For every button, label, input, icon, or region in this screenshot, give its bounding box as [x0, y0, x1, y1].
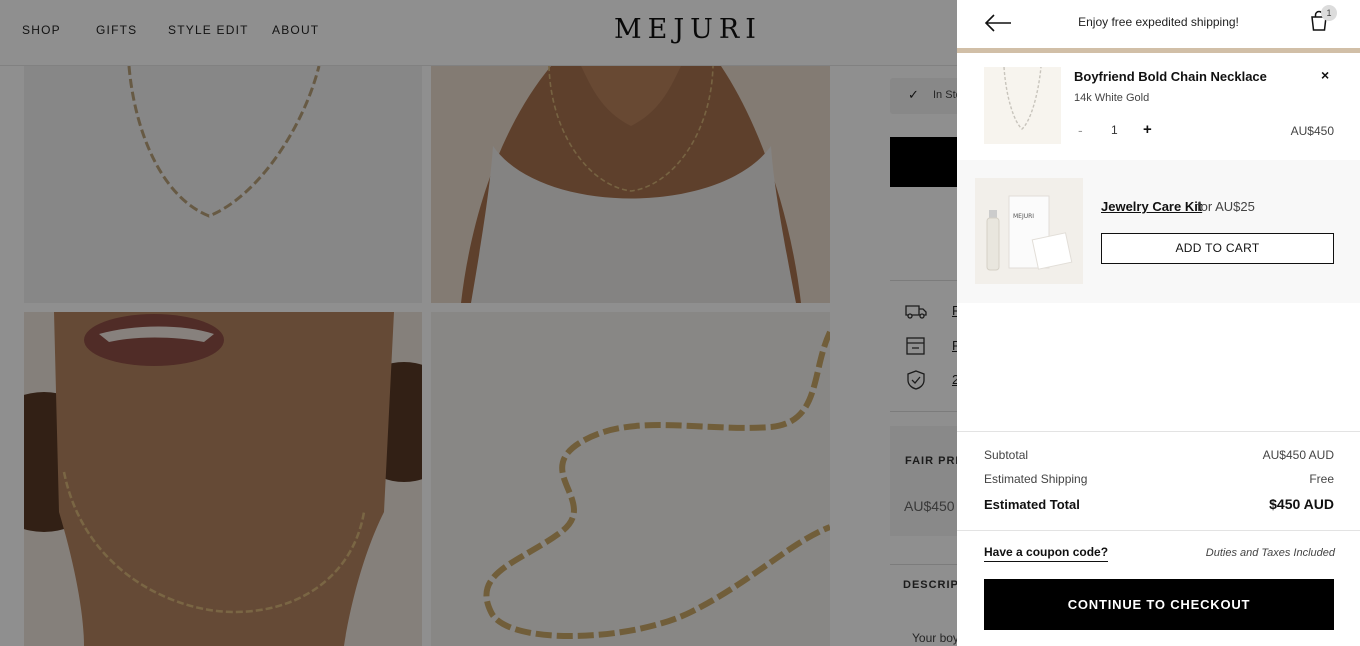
duties-note: Duties and Taxes Included: [1205, 547, 1335, 559]
total-label: Estimated Total: [984, 497, 1080, 512]
upsell-product-image[interactable]: MEJURI: [975, 178, 1083, 284]
upsell-product-price: for AU$25: [1197, 199, 1255, 214]
free-shipping-message: Enjoy free expedited shipping!: [1078, 15, 1239, 29]
cart-drawer: Enjoy free expedited shipping! 1 Boyfrie…: [957, 0, 1360, 646]
quantity-value: 1: [1111, 123, 1118, 137]
quantity-decrease-button[interactable]: -: [1078, 122, 1083, 138]
order-summary: Subtotal AU$450 AUD Estimated Shipping F…: [957, 431, 1360, 531]
shipping-progress-bar: [957, 48, 1360, 53]
shipping-value: Free: [1309, 472, 1334, 486]
subtotal-value: AU$450 AUD: [1262, 448, 1334, 462]
checkout-button[interactable]: CONTINUE TO CHECKOUT: [984, 579, 1334, 630]
coupon-code-link[interactable]: Have a coupon code?: [984, 545, 1109, 562]
upsell-product-name[interactable]: Jewelry Care Kit: [1101, 199, 1202, 214]
upsell-section: MEJURI Jewelry Care Kit for AU$25 ADD TO…: [957, 160, 1360, 303]
cart-item-image[interactable]: [984, 67, 1061, 144]
subtotal-label: Subtotal: [984, 448, 1029, 462]
svg-text:MEJURI: MEJURI: [1013, 213, 1034, 220]
bag-count-badge: 1: [1321, 5, 1337, 21]
cart-item-variant: 14k White Gold: [1074, 92, 1150, 104]
modal-backdrop[interactable]: [0, 0, 957, 646]
cart-item-price: AU$450: [1290, 124, 1334, 138]
add-to-cart-button[interactable]: ADD TO CART: [1101, 233, 1334, 264]
quantity-increase-button[interactable]: +: [1143, 121, 1152, 138]
close-icon[interactable]: ×: [1321, 67, 1329, 83]
total-value: $450 AUD: [1269, 496, 1334, 512]
shipping-label: Estimated Shipping: [984, 472, 1088, 486]
cart-header: Enjoy free expedited shipping! 1: [957, 0, 1360, 48]
cart-item-title[interactable]: Boyfriend Bold Chain Necklace: [1074, 69, 1267, 84]
